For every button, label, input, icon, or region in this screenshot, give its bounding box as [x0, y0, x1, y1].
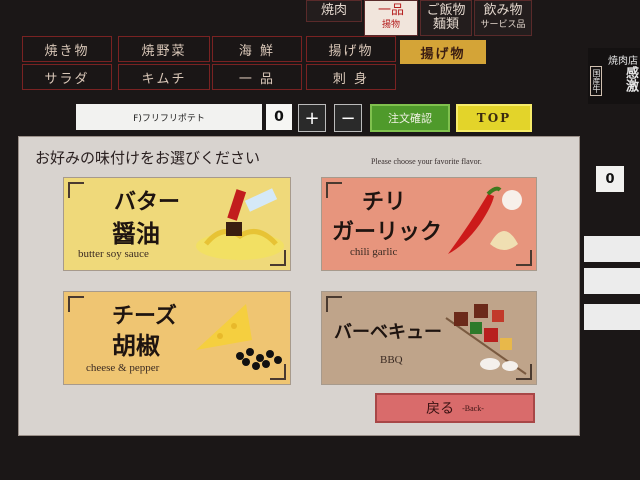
top-button[interactable]: TOP	[456, 104, 532, 132]
option-en: BBQ	[380, 354, 403, 366]
corner-bracket	[326, 296, 342, 312]
tab-label: 焼き物	[44, 43, 90, 59]
tab-seafood[interactable]: 海 鮮	[212, 36, 302, 62]
option-jp-line2: ガーリック	[332, 219, 443, 245]
order-confirm-button[interactable]: 注文確認	[370, 104, 450, 132]
flavor-dialog: お好みの味付けをお選びください Please choose your favor…	[18, 136, 580, 436]
tab-grilled-veg[interactable]: 焼野菜	[118, 36, 210, 62]
side-bar	[584, 268, 640, 294]
selected-item-name: F)フリフリポテト	[76, 104, 262, 130]
dialog-title: お好みの味付けをお選びください	[35, 149, 261, 167]
tab-kimchi[interactable]: キムチ	[118, 64, 210, 90]
category-label: 飲み物	[483, 3, 523, 18]
bbq-skewer-icon	[445, 304, 527, 375]
option-jp-line1: バーベキュー	[334, 322, 442, 343]
category-drinks[interactable]: 飲み物 サービス品	[474, 0, 532, 36]
promo-line2: 感激	[623, 66, 638, 92]
minus-button[interactable]: −	[334, 104, 362, 132]
tab-sashimi[interactable]: 刺 身	[306, 64, 396, 90]
option-jp-line1: チリ	[362, 189, 407, 215]
tab-label: 海 鮮	[238, 43, 276, 59]
cheese-pepper-icon	[196, 304, 282, 370]
category-yakiniku[interactable]: 焼肉	[306, 0, 362, 22]
tab-label: 揚げ物	[420, 46, 466, 62]
tab-label: キムチ	[141, 71, 187, 87]
option-jp-line2: 胡椒	[112, 331, 160, 360]
flavor-option-butter-soy[interactable]: バター 醤油 butter soy sauce	[63, 177, 291, 271]
tab-label: サラダ	[44, 71, 90, 87]
tab-yakimono[interactable]: 焼き物	[22, 36, 112, 62]
option-jp-line1: バター	[114, 189, 181, 215]
back-sub-label: -Back-	[462, 403, 484, 413]
chili-garlic-icon	[448, 186, 522, 254]
dialog-subtitle: Please choose your favorite flavor.	[371, 157, 482, 166]
button-label: TOP	[476, 111, 512, 125]
tab-label: 揚げ物	[328, 43, 374, 59]
corner-bracket	[68, 296, 84, 312]
corner-bracket	[326, 182, 342, 198]
flavor-option-bbq[interactable]: バーベキュー BBQ	[321, 291, 537, 385]
butter-fries-icon	[196, 188, 284, 260]
category-label: ご飯物	[426, 3, 466, 18]
minus-icon: −	[340, 107, 356, 129]
plus-button[interactable]: +	[298, 104, 326, 132]
category-label: 焼肉	[320, 3, 347, 18]
promo-badge: 国産牛	[590, 66, 602, 96]
side-bar	[584, 304, 640, 330]
tab-ippin[interactable]: 一 品	[212, 64, 302, 90]
tab-fried-selected[interactable]: 揚げ物	[400, 40, 486, 64]
promo-line1: 焼肉店	[608, 56, 638, 67]
side-quantity-display: 0	[596, 166, 624, 192]
category-rice-noodle[interactable]: ご飯物 麺類	[420, 0, 472, 36]
option-jp-line2: 醤油	[112, 219, 160, 248]
side-promo: 焼肉店 国産牛 感激	[588, 48, 640, 104]
option-en: chili garlic	[350, 246, 398, 258]
side-bar	[584, 236, 640, 262]
quantity-display: 0	[266, 104, 292, 130]
option-en: cheese & pepper	[86, 362, 160, 374]
plus-icon: +	[304, 107, 320, 129]
back-label: 戻る	[426, 401, 455, 417]
category-sub: 麺類	[432, 17, 459, 32]
tab-salad[interactable]: サラダ	[22, 64, 112, 90]
button-label: 注文確認	[388, 112, 432, 125]
tab-fried[interactable]: 揚げ物	[306, 36, 396, 62]
category-sub: サービス品	[480, 20, 526, 30]
category-ippin[interactable]: 一品 揚物	[364, 0, 418, 36]
tab-label: 刺 身	[332, 71, 370, 87]
flavor-option-cheese-pepper[interactable]: チーズ 胡椒 cheese & pepper	[63, 291, 291, 385]
option-en: butter soy sauce	[78, 248, 149, 260]
corner-bracket	[68, 182, 84, 198]
category-label: 一品	[377, 3, 404, 18]
tab-label: 焼野菜	[141, 43, 187, 59]
category-sub: 揚物	[381, 20, 400, 30]
back-button[interactable]: 戻る -Back-	[375, 393, 535, 423]
flavor-option-chili-garlic[interactable]: チリ ガーリック chili garlic	[321, 177, 537, 271]
tab-label: 一 品	[238, 71, 276, 87]
